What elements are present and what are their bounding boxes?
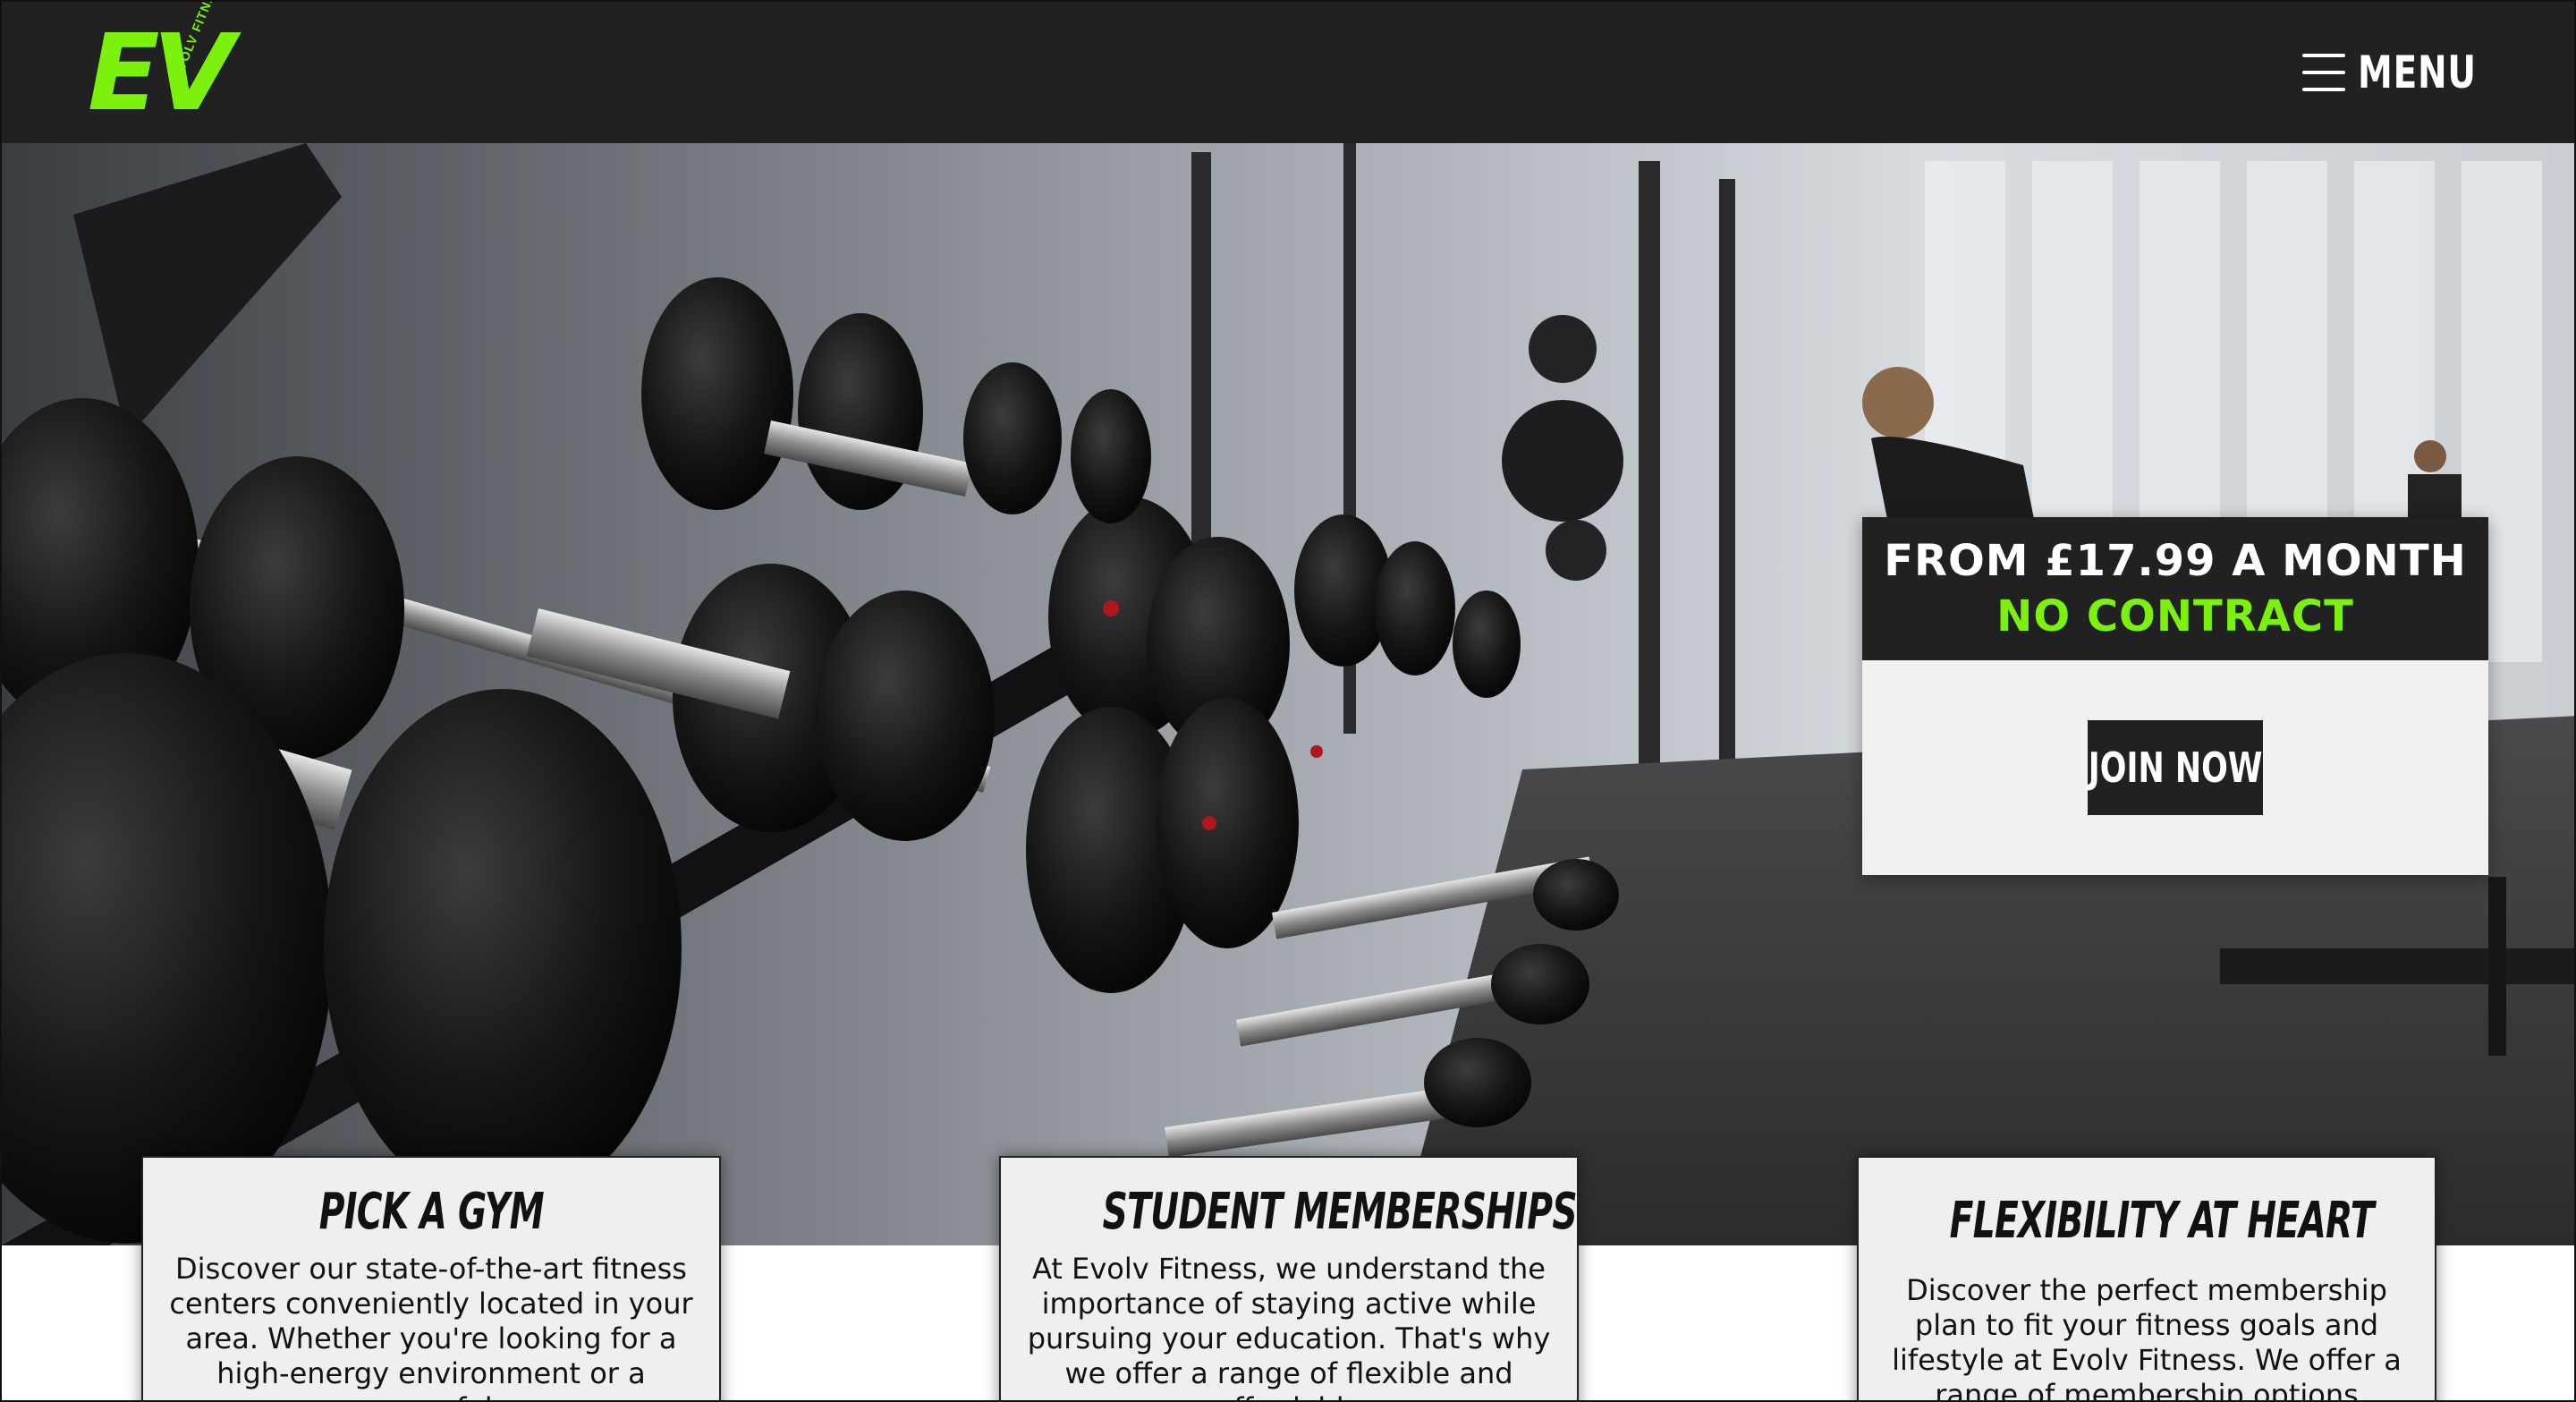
menu-button[interactable]: MENU: [2301, 47, 2488, 98]
join-now-label: JOIN NOW: [2088, 743, 2263, 792]
menu-label: MENU: [2357, 47, 2477, 98]
hamburger-icon: [2301, 54, 2345, 91]
card-body: Discover the perfect membership plan to …: [1892, 1273, 2402, 1402]
join-now-button[interactable]: JOIN NOW: [2088, 720, 2263, 815]
card-title: STUDENT MEMBERSHIPS: [1102, 1183, 1577, 1241]
card-body: Discover our state-of-the-art fitness ce…: [169, 1252, 693, 1400]
page: EV EVOLV FITNESS MENU FROM £17.99 A MONT…: [0, 0, 2576, 1402]
membership-offer-card: FROM £17.99 A MONTH NO CONTRACT JOIN NOW: [1862, 517, 2488, 875]
offer-header: FROM £17.99 A MONTH NO CONTRACT: [1862, 517, 2488, 660]
offer-price: FROM £17.99 A MONTH: [1884, 536, 2467, 586]
card-title: PICK A GYM: [318, 1183, 544, 1241]
card-body: At Evolv Fitness, we understand the impo…: [1027, 1252, 1551, 1400]
site-header: EV EVOLV FITNESS MENU: [2, 2, 2574, 143]
card-student-memberships[interactable]: STUDENT MEMBERSHIPS At Evolv Fitness, we…: [999, 1156, 1579, 1400]
card-title: FLEXIBILITY AT HEART: [1949, 1192, 2375, 1250]
card-flexibility-at-heart[interactable]: FLEXIBILITY AT HEART Discover the perfec…: [1857, 1156, 2436, 1402]
offer-contract: NO CONTRACT: [1996, 591, 2354, 642]
card-pick-a-gym[interactable]: PICK A GYM Discover our state-of-the-art…: [141, 1156, 721, 1400]
logo-mark: EV: [88, 11, 234, 134]
evolv-logo[interactable]: EV EVOLV FITNESS: [88, 2, 240, 134]
offer-cta-area: JOIN NOW: [1862, 660, 2488, 875]
